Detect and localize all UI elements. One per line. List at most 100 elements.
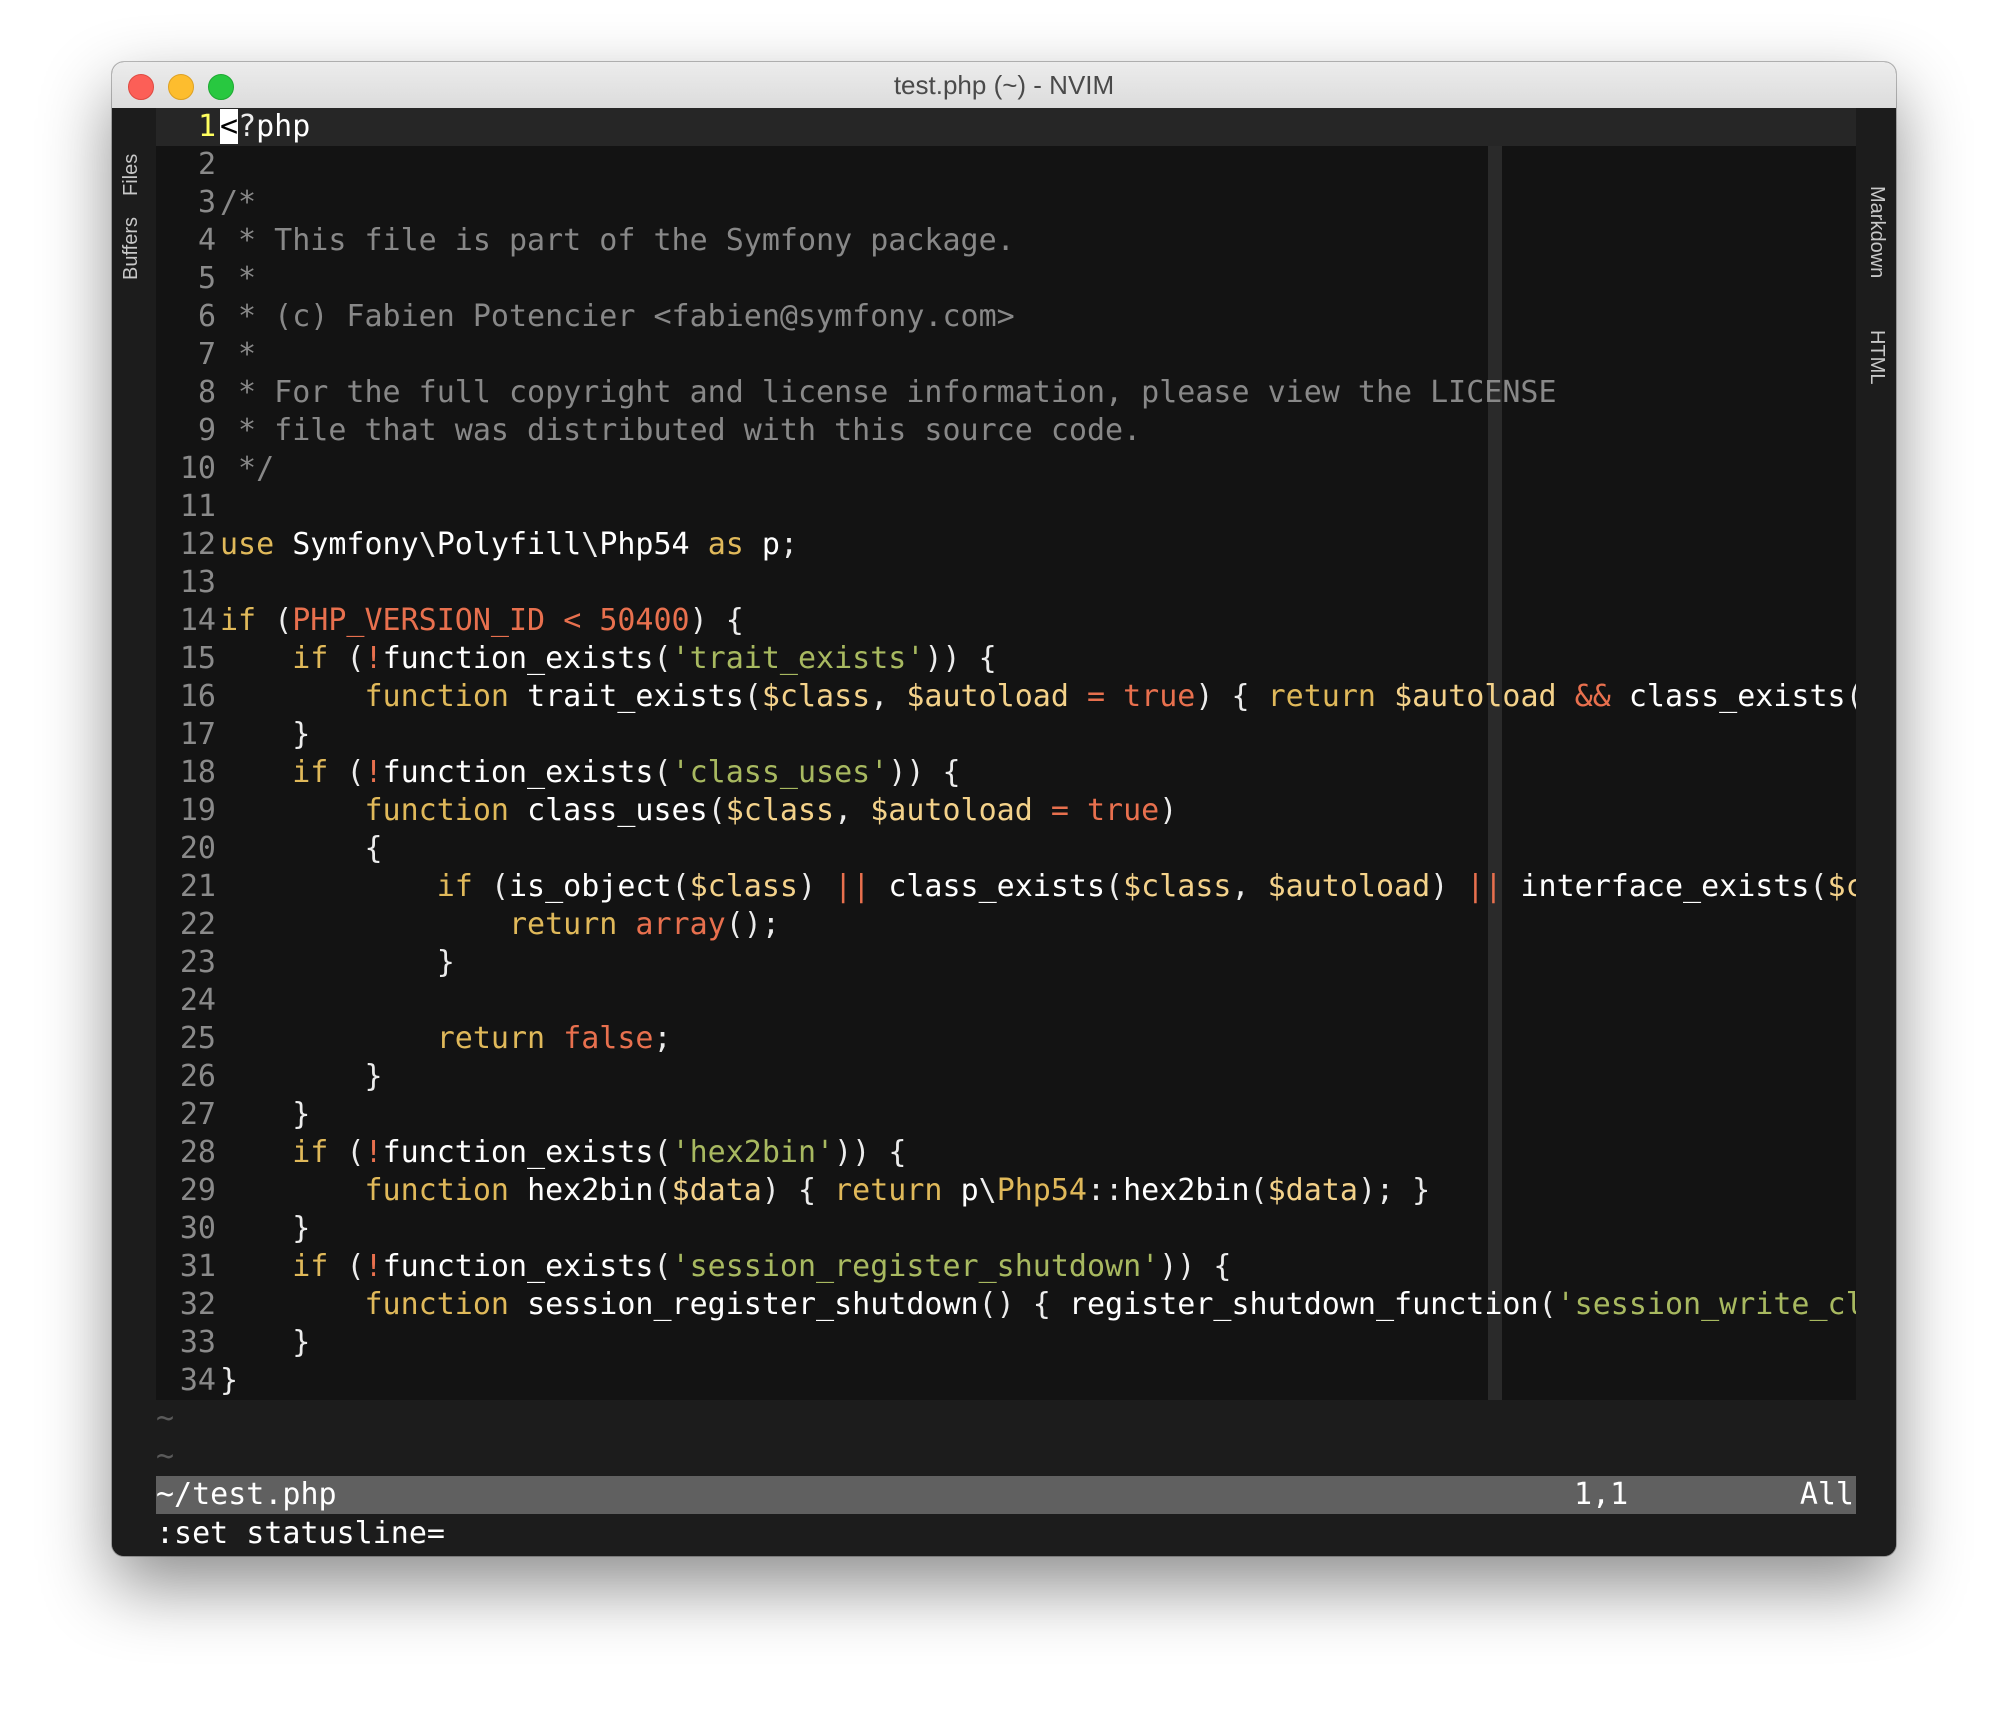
line-number: 27 bbox=[179, 1097, 216, 1132]
sidebar-tab-buffers[interactable]: Buffers bbox=[120, 217, 143, 280]
code-text: if (!function_exists('trait_exists')) { bbox=[292, 641, 997, 676]
code-line[interactable]: 17 } bbox=[156, 716, 1856, 754]
line-number: 9 bbox=[197, 413, 216, 448]
line-number: 21 bbox=[179, 869, 216, 904]
code-text: } bbox=[292, 717, 311, 752]
code-line[interactable]: 27 } bbox=[156, 1096, 1856, 1134]
code-text: if (is_object($class) || class_exists($c… bbox=[436, 869, 1896, 904]
title-bar: test.php (~) - NVIM bbox=[112, 62, 1896, 109]
line-number: 19 bbox=[179, 793, 216, 828]
status-line: ~/test.php 1,1 All bbox=[156, 1476, 1856, 1514]
code-text: function session_register_shutdown() { r… bbox=[364, 1287, 1897, 1322]
code-text: function hex2bin($data) { return p\Php54… bbox=[364, 1173, 1431, 1208]
code-line[interactable]: 10 */ bbox=[156, 450, 1856, 488]
sidebar-tab-markdown[interactable]: Markdown bbox=[1865, 186, 1888, 278]
code-line[interactable]: 12 use Symfony\Polyfill\Php54 as p; bbox=[156, 526, 1856, 564]
text-cursor: < bbox=[220, 109, 239, 144]
line-number: 5 bbox=[197, 261, 216, 296]
code-line[interactable]: 23 } bbox=[156, 944, 1856, 982]
code-line[interactable]: 28 if (!function_exists('hex2bin')) { bbox=[156, 1134, 1856, 1172]
code-line[interactable]: 3/* bbox=[156, 184, 1856, 222]
empty-line-marker: ~ bbox=[156, 1439, 175, 1474]
right-sidebar: Markdown HTML bbox=[1856, 108, 1896, 1556]
line-number: 18 bbox=[179, 755, 216, 790]
line-number: 2 bbox=[197, 147, 216, 182]
code-text: * bbox=[220, 261, 257, 296]
code-area[interactable]: 1 <?php 2 3/* 4 * This file is part of the S… bbox=[156, 108, 1896, 1400]
nvim-window: test.php (~) - NVIM Files Buffers 1 <?php… bbox=[112, 62, 1896, 1556]
code-line[interactable]: 14 if (PHP_VERSION_ID < 50400) { bbox=[156, 602, 1856, 640]
line-number: 15 bbox=[179, 641, 216, 676]
line-number: 17 bbox=[179, 717, 216, 752]
command-line[interactable]: :set statusline= bbox=[156, 1514, 445, 1554]
code-text: function trait_exists($class, $autoload … bbox=[364, 679, 1897, 714]
code-line[interactable]: 1 <?php bbox=[156, 108, 1856, 146]
line-number: 22 bbox=[179, 907, 216, 942]
code-line[interactable]: 34} bbox=[156, 1362, 1856, 1400]
line-number: 11 bbox=[179, 489, 216, 524]
line-number: 8 bbox=[197, 375, 216, 410]
code-line[interactable]: 13 bbox=[156, 564, 1856, 602]
code-line[interactable]: 9 * file that was distributed with this … bbox=[156, 412, 1856, 450]
code-line[interactable]: 4 * This file is part of the Symfony pac… bbox=[156, 222, 1856, 260]
code-text: * (c) Fabien Potencier <fabien@symfony.c… bbox=[220, 299, 1015, 334]
code-text: /* bbox=[220, 185, 257, 220]
sidebar-tab-html[interactable]: HTML bbox=[1865, 330, 1888, 384]
code-line[interactable]: 11 bbox=[156, 488, 1856, 526]
code-text: <?php bbox=[220, 109, 311, 144]
line-number: 24 bbox=[179, 983, 216, 1018]
empty-line-marker: ~ bbox=[156, 1401, 175, 1436]
code-text: return false; bbox=[436, 1021, 672, 1056]
code-text: } bbox=[292, 1325, 311, 1360]
code-line[interactable]: 18 if (!function_exists('class_uses')) { bbox=[156, 754, 1856, 792]
code-text: if (!function_exists('hex2bin')) { bbox=[292, 1135, 907, 1170]
code-line[interactable]: 24 bbox=[156, 982, 1856, 1020]
line-number: 3 bbox=[197, 185, 216, 220]
line-number: 4 bbox=[197, 223, 216, 258]
code-text: } bbox=[436, 945, 455, 980]
code-text: if (!function_exists('class_uses')) { bbox=[292, 755, 961, 790]
code-line[interactable]: 26 } bbox=[156, 1058, 1856, 1096]
code-text: */ bbox=[220, 451, 275, 486]
line-number: 12 bbox=[179, 527, 216, 562]
code-line[interactable]: 7 * bbox=[156, 336, 1856, 374]
status-filename: ~/test.php bbox=[156, 1477, 337, 1512]
line-number: 26 bbox=[179, 1059, 216, 1094]
code-line[interactable]: 31 if (!function_exists('session_registe… bbox=[156, 1248, 1856, 1286]
code-line[interactable]: 22 return array(); bbox=[156, 906, 1856, 944]
code-line[interactable]: 5 * bbox=[156, 260, 1856, 298]
code-text: * This file is part of the Symfony packa… bbox=[220, 223, 1015, 258]
line-number: 31 bbox=[179, 1249, 216, 1284]
line-number: 16 bbox=[179, 679, 216, 714]
code-line[interactable]: 30 } bbox=[156, 1210, 1856, 1248]
code-line[interactable]: 29 function hex2bin($data) { return p\Ph… bbox=[156, 1172, 1856, 1210]
line-number: 28 bbox=[179, 1135, 216, 1170]
code-text: } bbox=[220, 1363, 239, 1398]
line-number: 32 bbox=[179, 1287, 216, 1322]
code-line[interactable]: 6 * (c) Fabien Potencier <fabien@symfony… bbox=[156, 298, 1856, 336]
code-text: use Symfony\Polyfill\Php54 as p; bbox=[220, 527, 798, 562]
line-number: 23 bbox=[179, 945, 216, 980]
code-line[interactable]: 8 * For the full copyright and license i… bbox=[156, 374, 1856, 412]
left-sidebar: Files Buffers bbox=[112, 108, 156, 1556]
code-text: if (PHP_VERSION_ID < 50400) { bbox=[220, 603, 744, 638]
line-number: 25 bbox=[179, 1021, 216, 1056]
line-number: 10 bbox=[179, 451, 216, 486]
code-line[interactable]: 19 function class_uses($class, $autoload… bbox=[156, 792, 1856, 830]
code-line[interactable]: 2 bbox=[156, 146, 1856, 184]
code-line[interactable]: 16 function trait_exists($class, $autolo… bbox=[156, 678, 1896, 716]
code-text: * For the full copyright and license inf… bbox=[220, 375, 1557, 410]
code-line[interactable]: 20 { bbox=[156, 830, 1856, 868]
window-title: test.php (~) - NVIM bbox=[893, 70, 1115, 100]
sidebar-tab-files[interactable]: Files bbox=[120, 154, 143, 196]
code-line[interactable]: 32 function session_register_shutdown() … bbox=[156, 1286, 1896, 1324]
code-line[interactable]: 21 if (is_object($class) || class_exists… bbox=[156, 868, 1896, 906]
status-scroll: All bbox=[1799, 1477, 1854, 1512]
code-line[interactable]: 25 return false; bbox=[156, 1020, 1856, 1058]
code-line[interactable]: 33 } bbox=[156, 1324, 1856, 1362]
code-line[interactable]: 15 if (!function_exists('trait_exists'))… bbox=[156, 640, 1856, 678]
code-text: * bbox=[220, 337, 257, 372]
editor[interactable]: 1 <?php 2 3/* 4 * This file is part of the S… bbox=[156, 108, 1896, 1556]
line-number: 30 bbox=[179, 1211, 216, 1246]
line-number: 29 bbox=[179, 1173, 216, 1208]
